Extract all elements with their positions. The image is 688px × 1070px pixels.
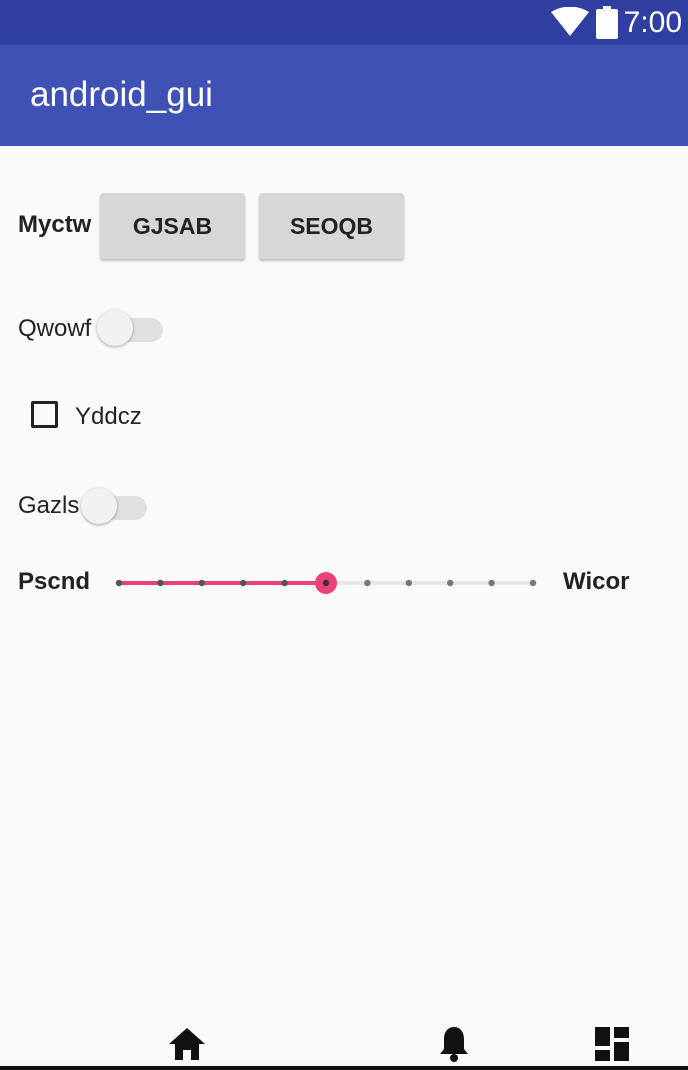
pscnd-label: Pscnd bbox=[18, 568, 91, 595]
wifi-icon bbox=[551, 7, 589, 36]
wicor-label: Wicor bbox=[563, 568, 630, 595]
battery-icon bbox=[596, 6, 618, 39]
bell-icon[interactable] bbox=[438, 1025, 470, 1063]
nav-baseline bbox=[0, 1066, 688, 1070]
bottom-nav bbox=[0, 1015, 688, 1070]
slider-tick bbox=[198, 579, 205, 587]
qwowf-label: Qwowf bbox=[18, 315, 92, 342]
discrete-slider[interactable] bbox=[110, 566, 546, 600]
qwowf-switch[interactable] bbox=[97, 310, 165, 350]
gazls-switch[interactable] bbox=[81, 488, 149, 528]
home-icon[interactable] bbox=[168, 1027, 206, 1061]
slider-thumb-dot bbox=[322, 579, 330, 587]
myctw-label: Myctw bbox=[18, 211, 92, 238]
slider-tick bbox=[240, 579, 247, 587]
slider-tick bbox=[281, 579, 288, 587]
dashboard-icon[interactable] bbox=[595, 1027, 629, 1061]
status-bar: 7:00 bbox=[0, 0, 688, 45]
gjsab-button[interactable]: GJSAB bbox=[100, 193, 245, 259]
slider-tick bbox=[157, 579, 164, 587]
app-bar: android_gui bbox=[0, 45, 688, 146]
slider-tick bbox=[364, 579, 371, 587]
slider-tick bbox=[529, 579, 537, 587]
slider-tick bbox=[115, 579, 123, 587]
slider-tick bbox=[447, 579, 454, 587]
slider-tick bbox=[405, 579, 412, 587]
slider-tick bbox=[488, 579, 495, 587]
status-time: 7:00 bbox=[623, 6, 682, 39]
app-title: android_gui bbox=[30, 75, 213, 114]
yddcz-label[interactable]: Yddcz bbox=[75, 402, 142, 432]
yddcz-checkbox[interactable] bbox=[31, 401, 58, 428]
gazls-label: Gazls bbox=[18, 492, 80, 519]
switch-thumb bbox=[81, 488, 117, 524]
seoqb-button[interactable]: SEOQB bbox=[259, 193, 404, 259]
switch-thumb bbox=[97, 310, 133, 346]
